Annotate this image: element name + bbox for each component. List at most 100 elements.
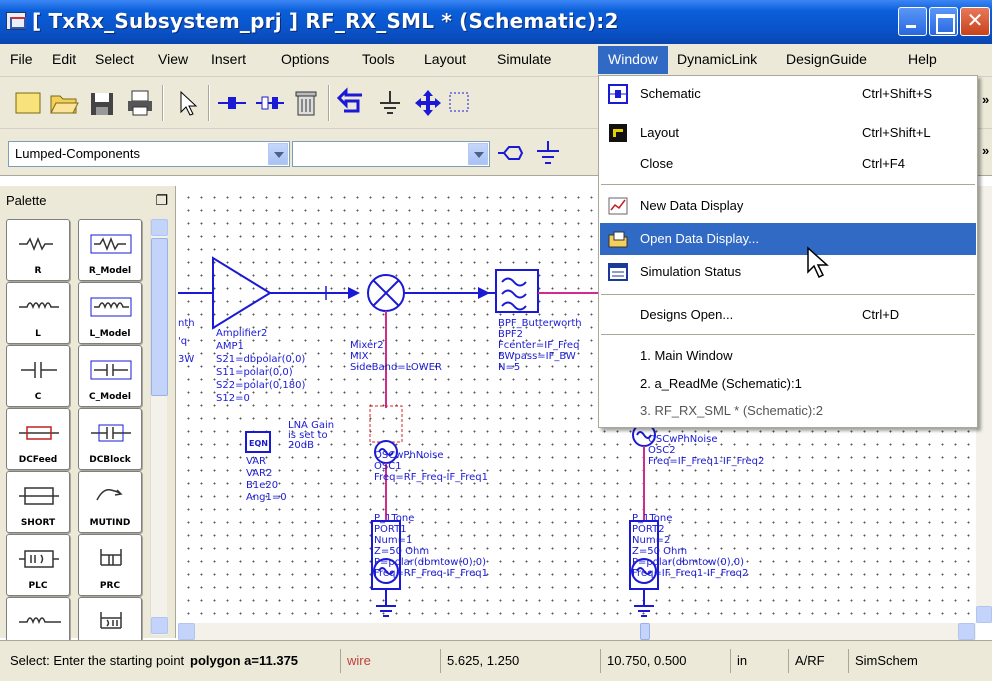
- toolbar-separator: [208, 85, 210, 121]
- menu-insert[interactable]: Insert: [211, 51, 246, 67]
- move-icon[interactable]: [412, 87, 444, 119]
- component-name-select[interactable]: [292, 141, 490, 167]
- minimize-button[interactable]: [898, 7, 927, 36]
- insert-port-icon[interactable]: [254, 87, 286, 119]
- canvas-scroll-right-button[interactable]: [958, 623, 975, 640]
- open-folder-icon[interactable]: [48, 87, 80, 119]
- menu-item-new-data-display[interactable]: New Data Display: [600, 190, 976, 222]
- open-data-display-icon: [608, 231, 628, 248]
- menu-edit[interactable]: Edit: [52, 51, 76, 67]
- component-library-select[interactable]: Lumped-Components: [8, 141, 290, 167]
- inductor-icon: [19, 302, 59, 310]
- prlc-icon: [100, 612, 122, 629]
- toolbar1-overflow[interactable]: »: [982, 92, 989, 107]
- mixer-label: MIX: [350, 351, 369, 362]
- title-bar: [ TxRx_Subsystem_prj ] RF_RX_SML * (Sche…: [0, 0, 992, 44]
- menu-layout[interactable]: Layout: [424, 51, 466, 67]
- menu-dynamiclink[interactable]: DynamicLink: [677, 51, 757, 67]
- menu-simulate[interactable]: Simulate: [497, 51, 551, 67]
- status-coordinates-2: 10.750, 0.500: [600, 649, 730, 673]
- ground-icon[interactable]: [374, 87, 406, 119]
- canvas-vertical-scrollbar[interactable]: [976, 186, 992, 623]
- chevron-down-icon[interactable]: [468, 143, 488, 165]
- palette-item-r-model[interactable]: R_Model: [78, 219, 142, 281]
- component-palette: Palette ❐ R R_Model L L_Model C C_Model DCFeed…: [0, 186, 176, 659]
- osc1-label: OSCwPhNoise: [374, 450, 444, 461]
- palette-scroll-thumb[interactable]: [151, 238, 168, 396]
- short-icon: [19, 487, 59, 505]
- ground-symbol-icon[interactable]: [532, 137, 564, 169]
- insert-wire-icon[interactable]: [216, 87, 248, 119]
- prc-icon: [100, 549, 122, 566]
- amplifier-label: S21=dbpolar(0,0): [216, 354, 305, 365]
- port2-label: Num=2: [632, 535, 670, 546]
- palette-item-plc[interactable]: PLC: [6, 534, 70, 596]
- menu-item-schematic[interactable]: Schematic Ctrl+Shift+S: [600, 78, 976, 110]
- delete-trash-icon[interactable]: [290, 87, 322, 119]
- ads-app-icon[interactable]: [6, 12, 26, 30]
- canvas-scroll-thumb[interactable]: [640, 623, 650, 640]
- select-pointer-icon[interactable]: [172, 87, 204, 119]
- menu-item-simulation-status[interactable]: Simulation Status: [600, 256, 976, 288]
- menu-item-close[interactable]: Close Ctrl+F4: [600, 148, 976, 180]
- palette-item-l[interactable]: L: [6, 282, 70, 344]
- canvas-scroll-down-button[interactable]: [976, 606, 992, 623]
- new-icon[interactable]: [12, 87, 44, 119]
- palette-item-label: L_Model: [89, 329, 131, 339]
- toolbar-overflow[interactable]: »: [982, 143, 989, 158]
- plc-icon: [19, 550, 59, 568]
- window-menu-dropdown: Schematic Ctrl+Shift+S Layout Ctrl+Shift…: [598, 75, 978, 428]
- menu-options[interactable]: Options: [281, 51, 329, 67]
- port1-label: P=polar(dbmtow(0),0): [374, 557, 486, 568]
- undo-icon[interactable]: [336, 87, 368, 119]
- menu-item-layout[interactable]: Layout Ctrl+Shift+L: [600, 117, 976, 149]
- menu-item-designs-open[interactable]: Designs Open... Ctrl+D: [600, 299, 976, 331]
- menu-item-open-data-display[interactable]: Open Data Display...: [600, 223, 976, 255]
- menu-tools[interactable]: Tools: [362, 51, 395, 67]
- amplifier-label: S22=polar(0,180): [216, 380, 305, 391]
- port2-label: P_1Tone: [632, 513, 672, 524]
- palette-item-prc[interactable]: PRC: [78, 534, 142, 596]
- palette-item-short[interactable]: SHORT: [6, 471, 70, 533]
- amplifier-label: S12=0: [216, 393, 250, 404]
- canvas-scroll-left-button[interactable]: [178, 623, 195, 640]
- pin-icon[interactable]: ❐: [155, 192, 168, 209]
- port-symbol-icon[interactable]: [494, 137, 526, 169]
- print-icon[interactable]: [124, 87, 156, 119]
- menu-window[interactable]: Window: [598, 46, 668, 74]
- maximize-button[interactable]: [929, 7, 958, 36]
- scroll-down-button[interactable]: [151, 617, 168, 634]
- zoom-area-icon[interactable]: [446, 87, 478, 119]
- canvas-horizontal-scrollbar[interactable]: [178, 623, 976, 640]
- dcblock-icon: [91, 424, 131, 442]
- palette-item-c-model[interactable]: C_Model: [78, 345, 142, 407]
- mouse-cursor-icon: [807, 246, 829, 279]
- palette-item-mutind[interactable]: MUTIND: [78, 471, 142, 533]
- close-button[interactable]: ✕: [960, 7, 990, 36]
- menu-select[interactable]: Select: [95, 51, 134, 67]
- menu-help[interactable]: Help: [908, 51, 937, 67]
- palette-item-dcblock[interactable]: DCBlock: [78, 408, 142, 470]
- scroll-up-button[interactable]: [151, 219, 168, 236]
- menu-item-label: Simulation Status: [640, 264, 742, 279]
- menu-item-current-schematic[interactable]: 3. RF_RX_SML * (Schematic):2: [600, 395, 976, 427]
- bpf-label: BPF_Butterworth: [498, 318, 582, 329]
- palette-item-c[interactable]: C: [6, 345, 70, 407]
- menu-designguide[interactable]: DesignGuide: [786, 51, 867, 67]
- resistor-icon: [19, 236, 53, 252]
- menu-item-label: Layout: [640, 125, 680, 140]
- amplifier-label: AMP1: [216, 341, 244, 352]
- menu-item-shortcut: Ctrl+F4: [862, 156, 905, 171]
- chevron-down-icon[interactable]: [268, 143, 288, 165]
- palette-scrollbar[interactable]: [150, 219, 168, 635]
- bpf-label: Fcenter=IF_Freq: [498, 340, 579, 351]
- menu-view[interactable]: View: [158, 51, 188, 67]
- palette-item-dcfeed[interactable]: DCFeed: [6, 408, 70, 470]
- save-icon[interactable]: [86, 87, 118, 119]
- palette-item-label: PRC: [99, 581, 121, 591]
- menu-file[interactable]: File: [10, 51, 33, 67]
- palette-item-r[interactable]: R: [6, 219, 70, 281]
- inductor-model-icon: [90, 297, 132, 317]
- palette-item-l-model[interactable]: L_Model: [78, 282, 142, 344]
- status-overlap: polygon a=11.375: [190, 653, 299, 668]
